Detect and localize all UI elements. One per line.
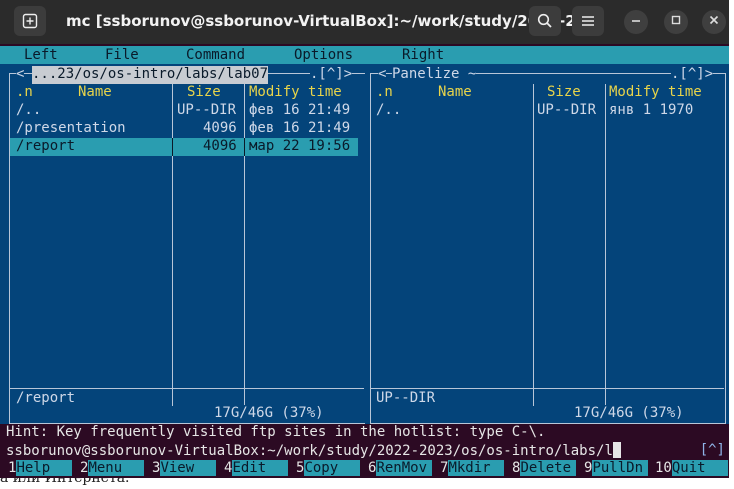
menu-command[interactable]: Command bbox=[186, 47, 245, 63]
terminal-content[interactable]: Left File Command Options Right < ...23/… bbox=[0, 46, 729, 478]
menu-left[interactable]: Left bbox=[24, 47, 58, 63]
hint-text: Hint: Key frequently visited ftp sites i… bbox=[6, 424, 546, 440]
text-cursor bbox=[612, 442, 621, 458]
right-panel-corner[interactable]: .[^]> bbox=[671, 66, 714, 84]
fkey-help[interactable]: 1Help bbox=[8, 460, 73, 478]
new-tab-icon[interactable] bbox=[14, 6, 46, 36]
column-header-size[interactable]: Size bbox=[547, 84, 581, 100]
column-divider bbox=[244, 138, 245, 156]
column-divider bbox=[533, 84, 534, 406]
file-size: 4096 bbox=[203, 120, 237, 136]
left-panel[interactable]: < ...23/os/os-intro/labs/lab07 .[^]> .n … bbox=[0, 64, 366, 424]
fkey-number: 8 bbox=[512, 460, 521, 476]
column-header-time[interactable]: Modify time bbox=[249, 84, 342, 100]
left-panel-corner-left: < bbox=[16, 66, 25, 84]
file-size: 4096 bbox=[203, 138, 237, 154]
command-line[interactable]: ssborunov@ssborunov-VirtualBox:~/work/st… bbox=[0, 442, 729, 460]
fkey-label: Edit bbox=[232, 460, 289, 476]
fkey-mkdir[interactable]: 7Mkdir bbox=[440, 460, 505, 478]
fkey-number: 2 bbox=[80, 460, 89, 476]
fkey-delete[interactable]: 8Delete bbox=[512, 460, 577, 478]
fkey-number: 5 bbox=[296, 460, 305, 476]
file-time: фев 16 21:49 bbox=[249, 120, 351, 136]
fkey-view[interactable]: 3View bbox=[152, 460, 217, 478]
command-prompt: ssborunov@ssborunov-VirtualBox:~/work/st… bbox=[6, 443, 613, 459]
search-icon[interactable] bbox=[529, 6, 561, 36]
column-header-n[interactable]: .n bbox=[16, 84, 33, 100]
fkey-label: Help bbox=[16, 460, 73, 476]
file-name: /presentation bbox=[16, 120, 126, 136]
fkey-label: Mkdir bbox=[448, 460, 505, 476]
fkey-label: Copy bbox=[304, 460, 361, 476]
file-time: фев 16 21:49 bbox=[249, 102, 351, 118]
mc-menubar: Left File Command Options Right bbox=[0, 46, 729, 64]
file-name: /.. bbox=[376, 102, 402, 118]
fkey-menu[interactable]: 2Menu bbox=[80, 460, 145, 478]
right-panel-frame bbox=[370, 73, 726, 424]
mini-status: UP--DIR bbox=[376, 390, 436, 406]
fkey-number: 1 bbox=[8, 460, 17, 476]
terminal-window: mc [ssborunov@ssborunov-VirtualBox]:~/wo… bbox=[0, 0, 729, 478]
file-size: UP--DIR bbox=[177, 102, 237, 118]
right-panel-corner-left: < bbox=[378, 66, 387, 84]
close-icon[interactable] bbox=[702, 10, 726, 34]
minimize-icon[interactable] bbox=[624, 10, 648, 34]
fkey-label: Delete bbox=[520, 460, 577, 476]
fkey-number: 9 bbox=[584, 460, 593, 476]
file-size: UP--DIR bbox=[537, 102, 597, 118]
left-panel-corner[interactable]: .[^]> bbox=[310, 66, 353, 84]
fkey-pulldn[interactable]: 9PullDn bbox=[584, 460, 649, 478]
window-titlebar: mc [ssborunov@ssborunov-VirtualBox]:~/wo… bbox=[0, 0, 729, 44]
maximize-icon[interactable] bbox=[664, 10, 688, 34]
column-header-n[interactable]: .n bbox=[376, 84, 393, 100]
fkey-number: 7 bbox=[440, 460, 449, 476]
right-panel-path[interactable]: Panelize ~ bbox=[392, 66, 477, 84]
fkey-label: View bbox=[160, 460, 217, 476]
fkey-label: PullDn bbox=[592, 460, 649, 476]
menu-file[interactable]: File bbox=[105, 47, 139, 63]
fkey-number: 4 bbox=[224, 460, 233, 476]
fkey-renmov[interactable]: 6RenMov bbox=[368, 460, 433, 478]
fkey-quit[interactable]: 10Quit bbox=[655, 460, 728, 478]
column-header-size[interactable]: Size bbox=[187, 84, 221, 100]
left-panel-path[interactable]: ...23/os/os-intro/labs/lab07 bbox=[32, 66, 269, 84]
mini-status: /report bbox=[16, 390, 76, 406]
column-divider bbox=[172, 84, 173, 406]
mini-status-divider bbox=[10, 388, 364, 389]
window-title: mc [ssborunov@ssborunov-VirtualBox]:~/wo… bbox=[66, 12, 593, 30]
file-time: янв 1 1970 bbox=[609, 102, 694, 118]
file-time: мар 22 19:56 bbox=[249, 138, 351, 154]
scroll-marker[interactable]: [^] bbox=[700, 442, 725, 458]
column-divider bbox=[605, 84, 606, 406]
hint-line: Hint: Key frequently visited ftp sites i… bbox=[0, 424, 729, 442]
fkey-number: 10 bbox=[655, 460, 672, 476]
fkey-copy[interactable]: 5Copy bbox=[296, 460, 361, 478]
file-name: /.. bbox=[16, 102, 42, 118]
fkey-edit[interactable]: 4Edit bbox=[224, 460, 289, 478]
fkey-label: Quit bbox=[671, 460, 728, 476]
column-divider bbox=[244, 84, 245, 406]
mini-status-divider bbox=[371, 388, 724, 389]
hamburger-menu-icon[interactable] bbox=[572, 6, 604, 36]
disk-usage: 17G/46G (37%) bbox=[572, 405, 686, 421]
column-header-name[interactable]: Name bbox=[438, 84, 472, 100]
function-key-bar: 1Help 2Menu 3View 4Edit 5Copy 6RenMov 7M… bbox=[0, 460, 729, 478]
disk-usage: 17G/46G (37%) bbox=[212, 405, 326, 421]
column-header-time[interactable]: Modify time bbox=[609, 84, 702, 100]
table-row-selected[interactable]: /report 4096 мар 22 19:56 bbox=[10, 138, 358, 156]
menu-right[interactable]: Right bbox=[402, 47, 444, 63]
fkey-label: RenMov bbox=[376, 460, 433, 476]
file-name: /report bbox=[16, 138, 76, 154]
fkey-label: Menu bbox=[88, 460, 145, 476]
fkey-number: 3 bbox=[152, 460, 161, 476]
right-panel[interactable]: < Panelize ~ .[^]> .n Name Size Modify t… bbox=[365, 64, 729, 424]
menu-options[interactable]: Options bbox=[294, 47, 353, 63]
column-header-name[interactable]: Name bbox=[78, 84, 112, 100]
column-divider bbox=[172, 138, 173, 156]
fkey-number: 6 bbox=[368, 460, 377, 476]
